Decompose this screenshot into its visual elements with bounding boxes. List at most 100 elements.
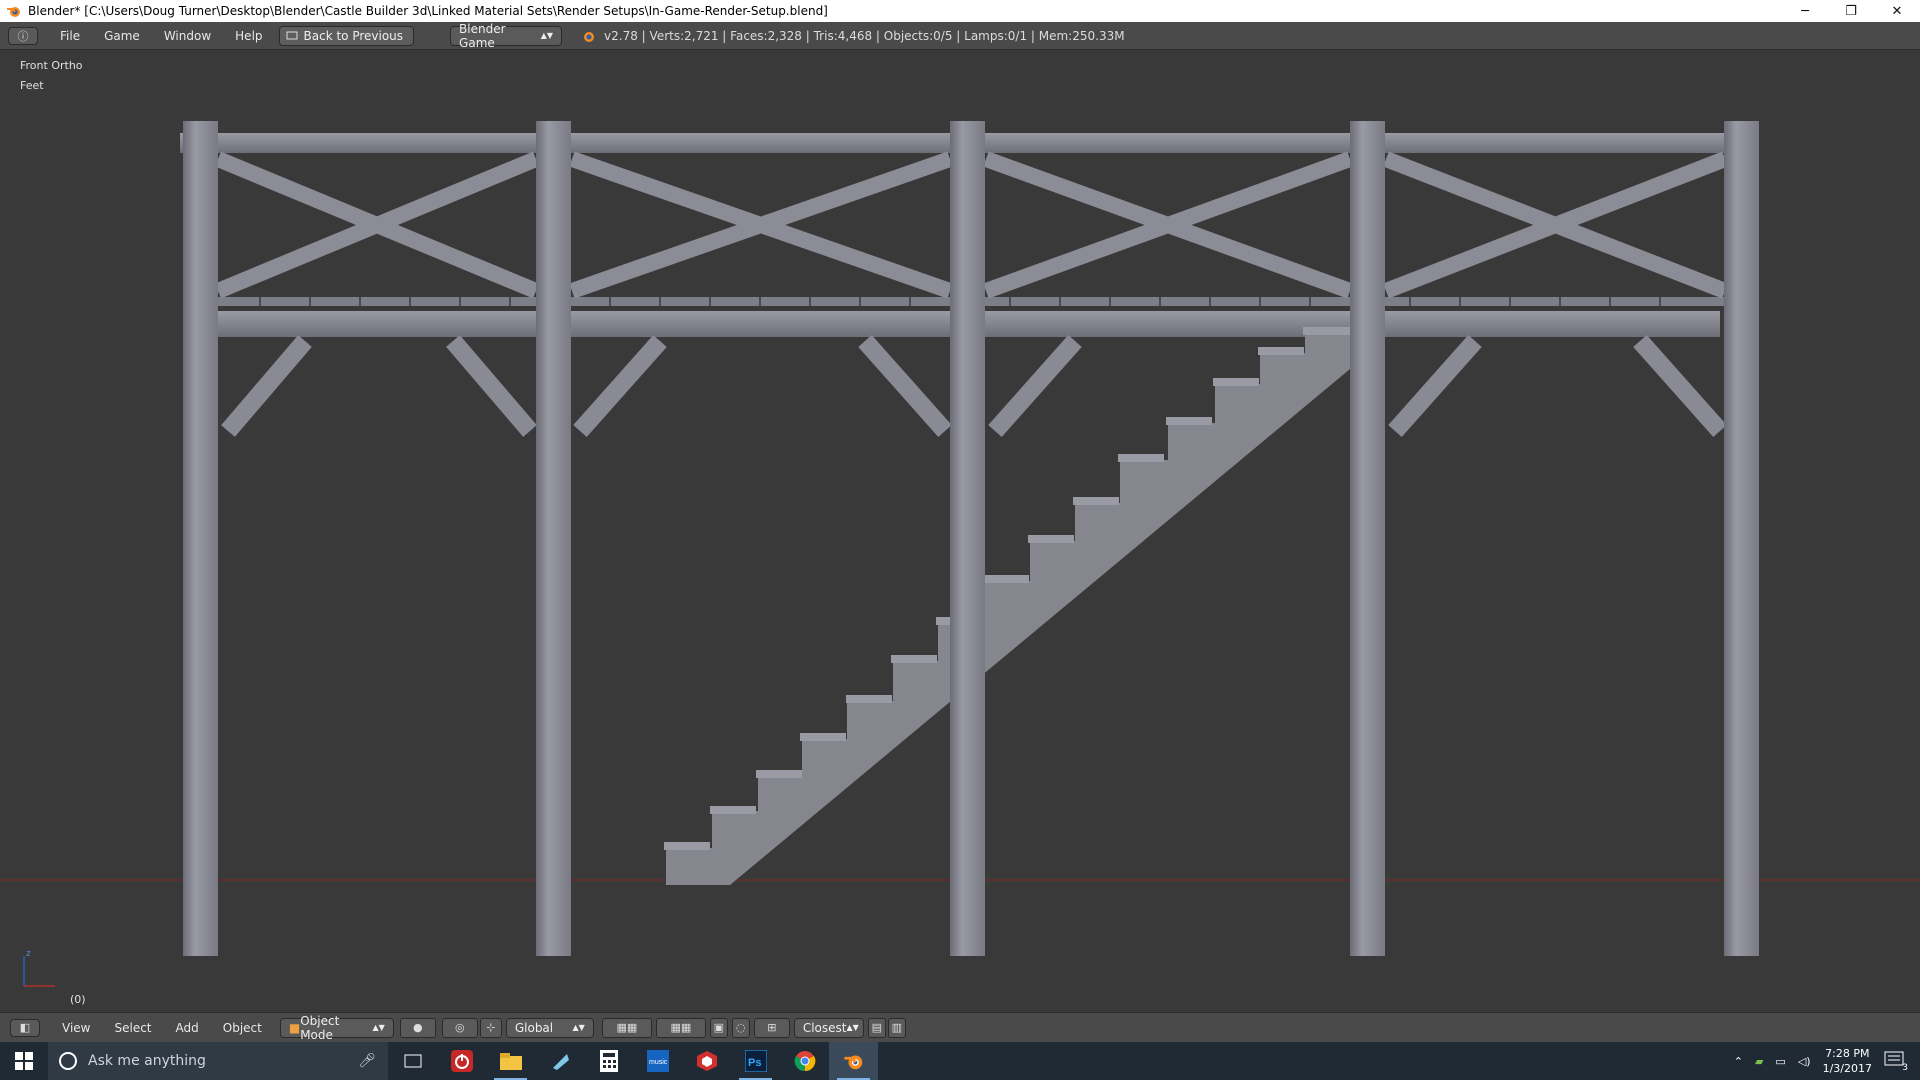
microphone-icon[interactable]: 🎤︎	[358, 1053, 376, 1069]
mode-dropdown[interactable]: ■ Object Mode ▲▼	[279, 1014, 394, 1042]
chrome-icon	[794, 1051, 815, 1072]
editor-type-selector[interactable]: ◧	[10, 1018, 40, 1037]
file-explorer-icon	[499, 1053, 522, 1070]
pivot-icon: ◎	[455, 1021, 465, 1034]
svg-text:Ps: Ps	[748, 1057, 761, 1069]
cortana-search-box[interactable]: Ask me anything 🎤︎	[48, 1042, 388, 1080]
layers-grid-1[interactable]: ▦▦	[601, 1017, 652, 1038]
info-icon: ⓘ	[17, 29, 29, 43]
manipulator-icon: ⊹	[486, 1021, 496, 1034]
back-to-previous-button[interactable]: Back to Previous	[278, 25, 415, 46]
notification-count: 3	[1902, 1063, 1908, 1073]
3d-view-icon: ◧	[19, 1021, 31, 1034]
pivot-point-dropdown[interactable]: ◎	[441, 1017, 478, 1038]
chevron-up-icon[interactable]: ⌃	[1734, 1055, 1743, 1068]
calculator-button[interactable]	[584, 1042, 633, 1080]
app-button[interactable]	[535, 1042, 584, 1080]
network-icon[interactable]: ▭	[1775, 1055, 1785, 1068]
render-engine-dropdown[interactable]: Blender Game ▲▼	[450, 22, 563, 50]
info-header: ⓘ File Game Window Help Back to Previous…	[0, 22, 1920, 50]
object-mode-icon: ■	[288, 1020, 301, 1035]
screen-icon	[286, 31, 298, 39]
blender-logo-icon	[7, 7, 20, 17]
windows-taskbar: Ask me anything 🎤︎ music Ps ⌃ ▰ ▭ ◁) 7:2…	[0, 1042, 1920, 1080]
3d-viewport[interactable]: Front Ortho Feet (0) z	[0, 51, 1920, 1012]
3d-view-header: ◧ View Select Add Object ■ Object Mode ▲…	[0, 1012, 1920, 1042]
cortana-icon	[59, 1052, 77, 1070]
axis-z-label: z	[26, 949, 31, 959]
blender-icon	[843, 1055, 862, 1070]
task-view-button[interactable]	[388, 1042, 437, 1080]
render-animation-button[interactable]: ▥	[887, 1017, 906, 1038]
layers-icon: ▦▦	[670, 1021, 692, 1034]
proportional-edit-button[interactable]: ◌	[731, 1017, 750, 1038]
music-app-button[interactable]: music	[633, 1042, 682, 1080]
clock[interactable]: 7:28 PM 1/3/2017	[1823, 1046, 1872, 1076]
layers-grid-2[interactable]: ▦▦	[655, 1017, 706, 1038]
start-button[interactable]	[0, 1042, 48, 1080]
shading-solid-icon: ●	[413, 1021, 423, 1034]
lock-layers-button[interactable]: ▣	[709, 1017, 728, 1038]
menu-select[interactable]: Select	[102, 1021, 163, 1035]
transform-orientation-dropdown[interactable]: Global ▲▼	[505, 1017, 594, 1038]
window-title: Blender* [C:\Users\Doug Turner\Desktop\B…	[28, 4, 828, 18]
snap-target-value: Closest	[802, 1020, 847, 1035]
menu-window[interactable]: Window	[152, 29, 223, 43]
snap-target-dropdown[interactable]: Closest ▲▼	[793, 1017, 864, 1038]
close-button[interactable]: ✕	[1874, 0, 1920, 22]
updown-arrow-icon: ▲▼	[540, 31, 554, 40]
orientation-value: Global	[514, 1020, 554, 1035]
manipulator-toggle[interactable]: ⊹	[479, 1017, 502, 1038]
minimize-button[interactable]: ─	[1782, 0, 1828, 22]
chrome-button[interactable]	[780, 1042, 829, 1080]
updown-arrow-icon: ▲▼	[372, 1023, 385, 1032]
updown-arrow-icon: ▲▼	[846, 1023, 859, 1032]
clock-time: 7:28 PM	[1825, 1047, 1870, 1060]
proportional-icon: ◌	[736, 1021, 746, 1034]
notification-icon	[1884, 1051, 1904, 1066]
post-4	[1350, 121, 1385, 956]
post-1	[183, 121, 218, 956]
nvidia-icon[interactable]: ▰	[1755, 1055, 1763, 1068]
blender-taskbar-button[interactable]	[829, 1042, 878, 1080]
music-app-icon: music	[646, 1050, 669, 1072]
menu-add[interactable]: Add	[164, 1021, 211, 1035]
back-to-previous-label: Back to Previous	[303, 28, 404, 43]
window-titlebar: Blender* [C:\Users\Doug Turner\Desktop\B…	[0, 0, 1920, 22]
power-app-button[interactable]	[437, 1042, 486, 1080]
render-engine-value: Blender Game	[459, 21, 506, 50]
power-app-icon	[450, 1050, 473, 1072]
sketchup-button[interactable]	[682, 1042, 731, 1080]
menu-file[interactable]: File	[48, 29, 92, 43]
layers-icon: ▦▦	[616, 1021, 638, 1034]
viewport-shading-dropdown[interactable]: ●	[399, 1017, 436, 1038]
lock-icon: ▣	[713, 1021, 725, 1034]
scene-stats: v2.78 | Verts:2,721 | Faces:2,328 | Tris…	[604, 28, 1125, 43]
calculator-icon	[599, 1050, 618, 1072]
post-2	[536, 121, 571, 956]
photoshop-button[interactable]: Ps	[731, 1042, 780, 1080]
menu-help[interactable]: Help	[223, 29, 274, 43]
blender-logo-icon	[584, 31, 595, 42]
system-tray: ⌃ ▰ ▭ ◁) 7:28 PM 1/3/2017 3	[1734, 1046, 1920, 1076]
action-center-button[interactable]: 3	[1884, 1051, 1908, 1073]
menu-view[interactable]: View	[50, 1021, 102, 1035]
volume-icon[interactable]: ◁)	[1798, 1055, 1811, 1068]
snap-element-dropdown[interactable]: ⊞	[753, 1017, 790, 1038]
editor-type-selector[interactable]: ⓘ	[8, 26, 38, 45]
post-3	[950, 121, 985, 956]
app-icon	[552, 1054, 569, 1070]
task-view-icon	[404, 1054, 421, 1068]
restore-button[interactable]: ❐	[1828, 0, 1874, 22]
render-preview-button[interactable]: ▤	[867, 1017, 886, 1038]
axis-gizmo	[23, 956, 55, 987]
svg-text:music: music	[649, 1059, 668, 1066]
clock-date: 1/3/2017	[1822, 1062, 1872, 1075]
mode-value: Object Mode	[300, 1013, 340, 1042]
updown-arrow-icon: ▲▼	[572, 1023, 585, 1032]
file-explorer-button[interactable]	[486, 1042, 535, 1080]
menu-game[interactable]: Game	[92, 29, 152, 43]
menu-object[interactable]: Object	[211, 1021, 274, 1035]
photoshop-icon: Ps	[744, 1050, 767, 1072]
search-placeholder: Ask me anything	[88, 1053, 206, 1069]
